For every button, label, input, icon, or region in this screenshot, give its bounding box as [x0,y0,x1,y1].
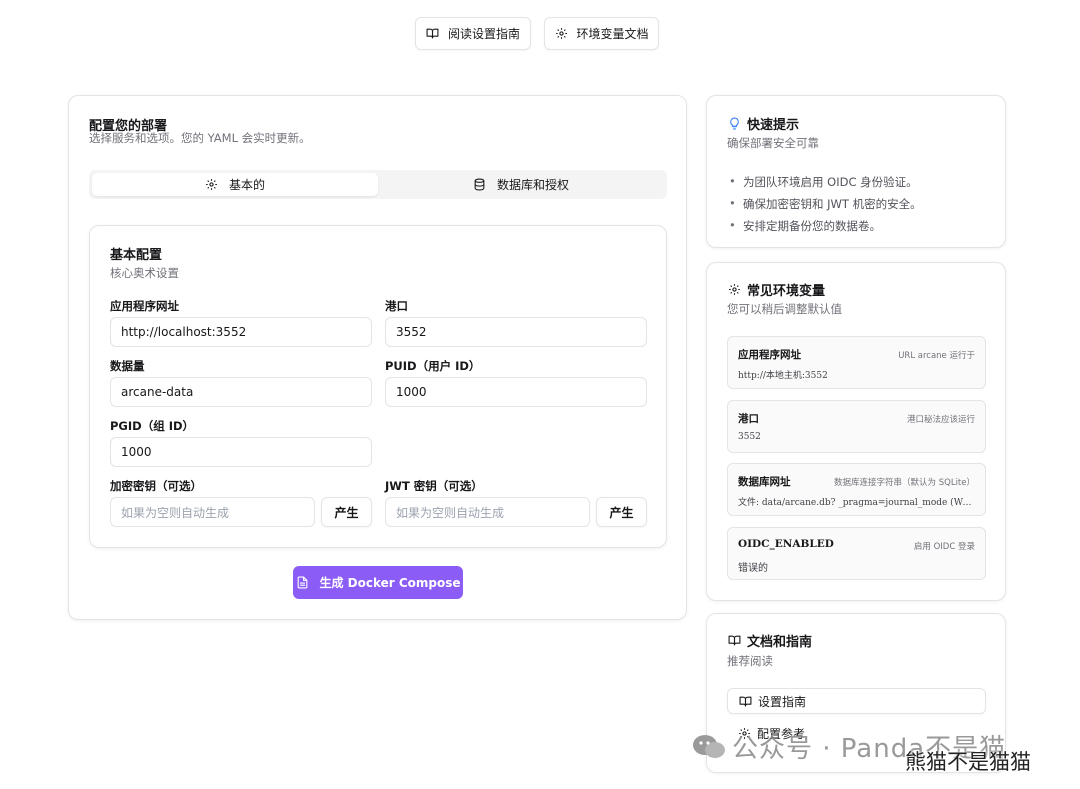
list-item: 为团队环境启用 OIDC 身份验证。 [727,174,922,190]
generate-jwt-secret-label: 产生 [609,505,634,520]
env-var-item: 数据库网址 数据库连接字符串（默认为 SQLite） 文件: data/arca… [727,463,986,516]
encryption-key-input[interactable]: 如果为空则自动生成 [110,497,315,527]
database-icon [473,178,487,192]
generate-docker-compose-button[interactable]: 生成 Docker Compose [293,566,463,599]
env-vars-title: 常见环境变量 [747,284,826,299]
env-var-item: 港口 港口秘法应该运行 3552 [727,400,986,453]
config-card: 配置您的部署 选择服务和选项。您的 YAML 会实时更新。 基本的 数据库和授权… [68,95,687,620]
quick-tips-title: 快速提示 [747,118,800,133]
env-var-desc: URL arcane 运行于 [898,351,975,361]
read-setup-guide-label: 阅读设置指南 [447,27,520,41]
docs-title: 文档和指南 [747,635,813,650]
lightbulb-icon [727,117,741,131]
env-var-item: OIDC_ENABLED 启用 OIDC 登录 错误的 [727,527,986,580]
port-input[interactable]: 3552 [385,317,647,347]
env-vars-subtitle: 您可以稍后调整默认值 [727,302,842,316]
generate-encryption-key-button[interactable]: 产生 [321,497,372,527]
env-var-name: 港口 [738,413,759,425]
jwt-secret-label: JWT 密钥（可选） [385,479,483,493]
tab-basic-label: 基本的 [228,178,265,192]
port-value: 3552 [396,325,427,339]
generate-encryption-key-label: 产生 [334,505,359,520]
puid-value: 1000 [396,385,427,399]
data-volume-input[interactable]: arcane-data [110,377,372,407]
wechat-icon [692,733,726,761]
port-label: 港口 [385,299,408,313]
env-var-desc: 港口秘法应该运行 [906,415,975,425]
app-url-value: http://localhost:3552 [121,325,247,339]
app-url-input[interactable]: http://localhost:3552 [110,317,372,347]
app-url-label: 应用程序网址 [110,299,179,313]
quick-tips-list: 为团队环境启用 OIDC 身份验证。 确保加密密钥和 JWT 机密的安全。 安排… [727,174,922,240]
tab-basic[interactable]: 基本的 [92,173,378,196]
env-var-item: 应用程序网址 URL arcane 运行于 http://本地主机:3552 [727,336,986,389]
tab-database-auth[interactable]: 数据库和授权 [378,173,664,196]
gear-icon [727,283,741,297]
env-var-value: 文件: data/arcane.db? _pragma=journal_mode… [738,498,974,508]
env-vars-docs-label: 环境变量文档 [576,27,649,41]
config-tabs: 基本的 数据库和授权 [89,170,667,199]
pgid-label: PGID（组 ID） [110,419,195,433]
generate-docker-compose-label: 生成 Docker Compose [319,576,461,590]
tab-database-auth-label: 数据库和授权 [496,178,569,192]
basic-config-title: 基本配置 [110,248,163,263]
env-var-name: 应用程序网址 [738,349,801,361]
file-text-icon [295,576,309,590]
env-var-desc: 数据库连接字符串（默认为 SQLite） [834,478,975,488]
quick-tips-card: 快速提示 确保部署安全可靠 为团队环境启用 OIDC 身份验证。 确保加密密钥和… [706,95,1006,248]
pgid-value: 1000 [121,445,152,459]
list-item: 安排定期备份您的数据卷。 [727,218,922,234]
puid-label: PUID（用户 ID） [385,359,481,373]
read-setup-guide-button[interactable]: 阅读设置指南 [415,17,531,50]
basic-config-card: 基本配置 核心奥术设置 应用程序网址 http://localhost:3552… [89,225,667,548]
env-var-name: 数据库网址 [738,476,791,488]
book-open-icon [738,694,752,708]
generate-jwt-secret-button[interactable]: 产生 [596,497,647,527]
encryption-key-label: 加密密钥（可选） [110,479,202,493]
env-var-desc: 启用 OIDC 登录 [913,542,975,552]
env-var-value: 3552 [738,432,761,442]
docs-subtitle: 推荐阅读 [727,654,773,668]
env-vars-card: 常见环境变量 您可以稍后调整默认值 应用程序网址 URL arcane 运行于 … [706,262,1006,601]
env-var-name: OIDC_ENABLED [738,538,834,550]
data-volume-value: arcane-data [121,385,194,399]
watermark-subtext: 熊猫不是猫猫 [905,750,1031,774]
gear-icon [554,27,568,41]
list-item: 确保加密密钥和 JWT 机密的安全。 [727,196,922,212]
env-var-value: http://本地主机:3552 [738,371,828,381]
book-open-icon [727,634,741,648]
jwt-secret-input[interactable]: 如果为空则自动生成 [385,497,590,527]
jwt-secret-placeholder: 如果为空则自动生成 [396,505,505,520]
data-volume-label: 数据量 [110,359,145,373]
basic-config-subtitle: 核心奥术设置 [110,266,179,280]
env-var-value: 错误的 [738,563,768,574]
setup-guide-label: 设置指南 [758,694,807,709]
pgid-input[interactable]: 1000 [110,437,372,467]
env-vars-docs-button[interactable]: 环境变量文档 [544,17,659,50]
quick-tips-subtitle: 确保部署安全可靠 [727,136,819,150]
encryption-key-placeholder: 如果为空则自动生成 [121,505,230,520]
config-subtitle: 选择服务和选项。您的 YAML 会实时更新。 [89,131,311,145]
book-open-icon [426,27,440,41]
puid-input[interactable]: 1000 [385,377,647,407]
gear-icon [205,178,219,192]
setup-guide-link[interactable]: 设置指南 [727,688,986,714]
